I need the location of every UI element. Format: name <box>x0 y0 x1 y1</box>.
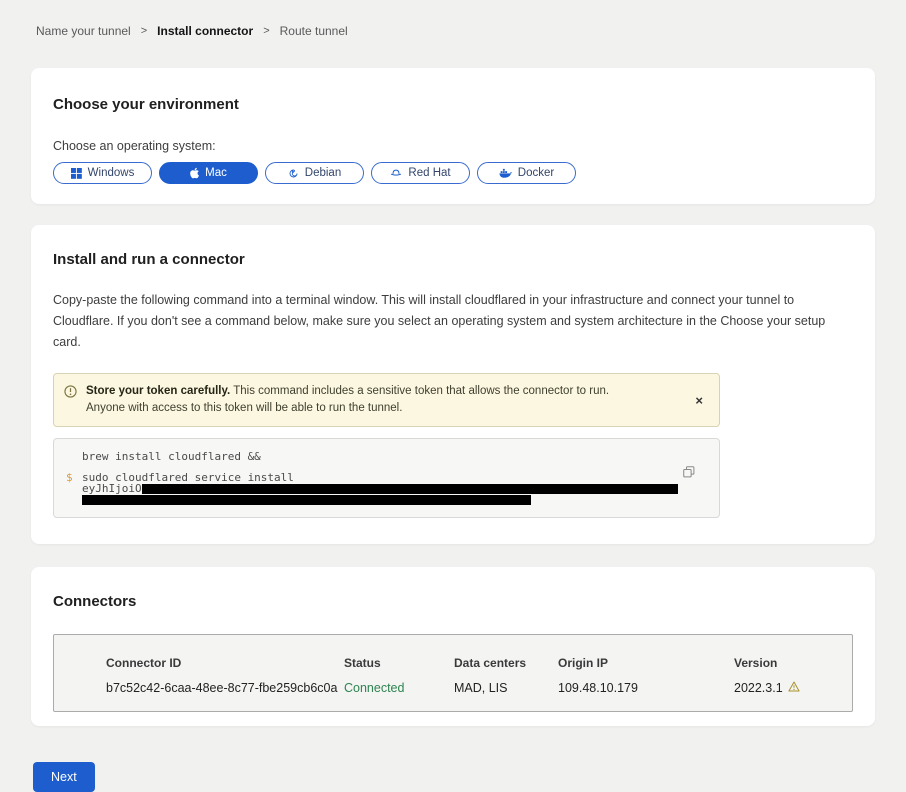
install-card-title: Install and run a connector <box>53 251 853 268</box>
breadcrumb-install-connector[interactable]: Install connector <box>157 24 253 38</box>
column-header-origin-ip: Origin IP <box>558 656 734 670</box>
environment-card-title: Choose your environment <box>53 96 853 113</box>
os-button-windows[interactable]: Windows <box>53 162 152 184</box>
next-button[interactable]: Next <box>33 762 95 792</box>
windows-icon <box>71 168 82 179</box>
os-button-label: Windows <box>88 167 135 179</box>
docker-icon <box>499 168 512 179</box>
terminal-lines: sudo cloudflared service install eyJhIjo… <box>82 472 678 505</box>
breadcrumb-separator: > <box>263 25 269 37</box>
column-header-data-centers: Data centers <box>454 656 558 670</box>
connectors-card: Connectors Connector ID Status Data cent… <box>31 567 875 726</box>
shell-prompt: $ <box>66 472 76 505</box>
choose-environment-card: Choose your environment Choose an operat… <box>31 68 875 204</box>
os-button-label: Mac <box>205 167 227 179</box>
os-button-label: Docker <box>518 167 554 179</box>
origin-ip-value: 109.48.10.179 <box>558 681 734 695</box>
column-header-version: Version <box>734 656 852 670</box>
os-button-debian[interactable]: Debian <box>265 162 364 184</box>
os-button-mac[interactable]: Mac <box>159 162 258 184</box>
os-label: Choose an operating system: <box>53 139 853 153</box>
install-connector-card: Install and run a connector Copy-paste t… <box>31 225 875 544</box>
data-centers-value: MAD, LIS <box>454 681 558 695</box>
column-header-connector-id: Connector ID <box>106 656 344 670</box>
warning-text: Store your token carefully. This command… <box>86 383 646 417</box>
os-button-row: Windows Mac Debian Red Hat Docker <box>53 162 853 184</box>
terminal-token-line-2 <box>82 494 678 505</box>
token-warning-banner: Store your token carefully. This command… <box>53 373 720 427</box>
version-value: 2022.3.1 <box>734 681 852 695</box>
column-header-status: Status <box>344 656 454 670</box>
close-icon[interactable]: × <box>691 392 707 409</box>
connectors-table-header: Connector ID Status Data centers Origin … <box>106 656 852 670</box>
status-badge: Connected <box>344 681 454 695</box>
terminal-line-1: brew install cloudflared && <box>66 451 705 462</box>
connector-id-value: b7c52c42-6caa-48ee-8c77-fbe259cb6c0a <box>106 681 344 695</box>
breadcrumb: Name your tunnel > Install connector > R… <box>0 0 906 38</box>
os-button-label: Debian <box>305 167 341 179</box>
redhat-icon <box>390 167 402 179</box>
debian-icon <box>288 168 299 179</box>
table-row: b7c52c42-6caa-48ee-8c77-fbe259cb6c0a Con… <box>106 681 852 695</box>
warning-triangle-icon <box>788 681 800 695</box>
breadcrumb-separator: > <box>141 25 147 37</box>
redacted-token-bar <box>82 495 531 505</box>
terminal-line-2: sudo cloudflared service install <box>82 472 678 483</box>
warning-title: Store your token carefully. <box>86 385 230 397</box>
alert-circle-icon <box>64 385 77 403</box>
connectors-card-title: Connectors <box>53 593 853 610</box>
breadcrumb-route-tunnel[interactable]: Route tunnel <box>280 24 348 38</box>
os-button-docker[interactable]: Docker <box>477 162 576 184</box>
install-card-description: Copy-paste the following command into a … <box>53 290 853 353</box>
terminal-command: $ sudo cloudflared service install eyJhI… <box>66 472 705 505</box>
terminal-token-line: eyJhIjoiO <box>82 483 678 494</box>
version-number: 2022.3.1 <box>734 681 783 695</box>
connectors-table: Connector ID Status Data centers Origin … <box>53 634 853 712</box>
os-button-redhat[interactable]: Red Hat <box>371 162 470 184</box>
terminal-command-block: brew install cloudflared && $ sudo cloud… <box>53 438 720 518</box>
breadcrumb-name-your-tunnel[interactable]: Name your tunnel <box>36 24 131 38</box>
copy-icon[interactable] <box>683 466 695 481</box>
os-button-label: Red Hat <box>408 167 450 179</box>
apple-icon <box>190 167 199 179</box>
redacted-token-bar <box>142 484 678 494</box>
